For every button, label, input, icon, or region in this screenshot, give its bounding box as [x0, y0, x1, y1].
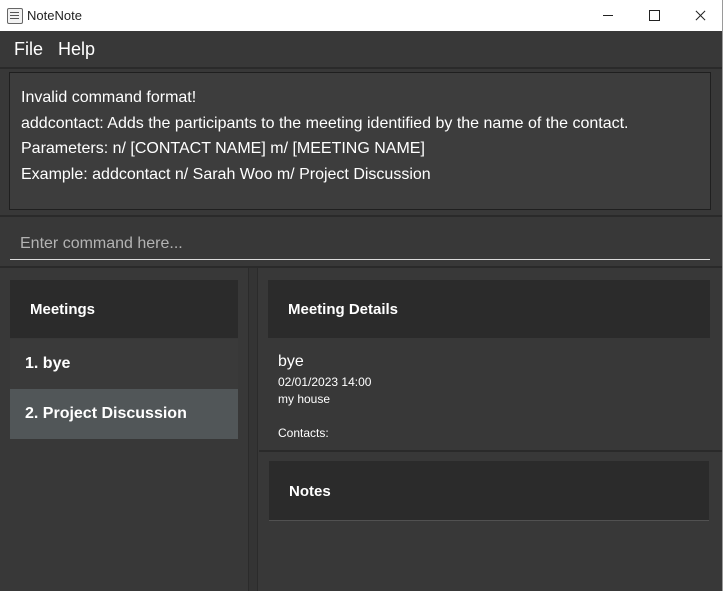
pane-splitter[interactable]	[248, 268, 258, 591]
menu-help[interactable]: Help	[58, 39, 95, 60]
command-box	[0, 217, 722, 267]
result-line: Invalid command format!	[21, 89, 197, 106]
meeting-details-header: Meeting Details	[268, 280, 710, 338]
meetings-header: Meetings	[10, 280, 238, 338]
meeting-location: my house	[278, 392, 331, 406]
meetings-header-label: Meetings	[30, 301, 96, 318]
menu-divider	[0, 67, 722, 69]
notes-header-label: Notes	[289, 483, 331, 500]
menu-bar: File Help	[0, 31, 722, 67]
command-input[interactable]	[10, 229, 710, 260]
maximize-button[interactable]	[631, 0, 677, 31]
menu-file[interactable]: File	[14, 39, 43, 60]
result-line: Parameters: n/ [CONTACT NAME] m/ [MEETIN…	[21, 140, 425, 157]
app-window: NoteNote File Help Invalid command forma…	[0, 0, 723, 591]
meeting-contacts-label: Contacts:	[278, 426, 329, 440]
result-display: Invalid command format! addcontact: Adds…	[9, 72, 711, 210]
meeting-details-header-label: Meeting Details	[288, 301, 399, 318]
notes-area-edge	[269, 520, 709, 521]
notes-app-icon	[7, 8, 23, 24]
close-button[interactable]	[677, 0, 722, 31]
window-title: NoteNote	[27, 8, 82, 23]
meeting-datetime: 02/01/2023 14:00	[278, 375, 372, 389]
meeting-name: bye	[278, 353, 304, 370]
notes-divider	[259, 450, 722, 452]
meeting-list-item-selected[interactable]: 2. Project Discussion	[10, 389, 238, 439]
meeting-list-item[interactable]: 1. bye	[10, 339, 238, 389]
minimize-button[interactable]	[585, 0, 631, 31]
meeting-item-label: 1. bye	[25, 355, 71, 372]
meeting-item-label: 2. Project Discussion	[25, 405, 187, 422]
result-line: Example: addcontact n/ Sarah Woo m/ Proj…	[21, 166, 431, 183]
result-line: addcontact: Adds the participants to the…	[21, 115, 629, 132]
notes-header: Notes	[269, 461, 709, 520]
title-bar[interactable]: NoteNote	[0, 0, 722, 31]
